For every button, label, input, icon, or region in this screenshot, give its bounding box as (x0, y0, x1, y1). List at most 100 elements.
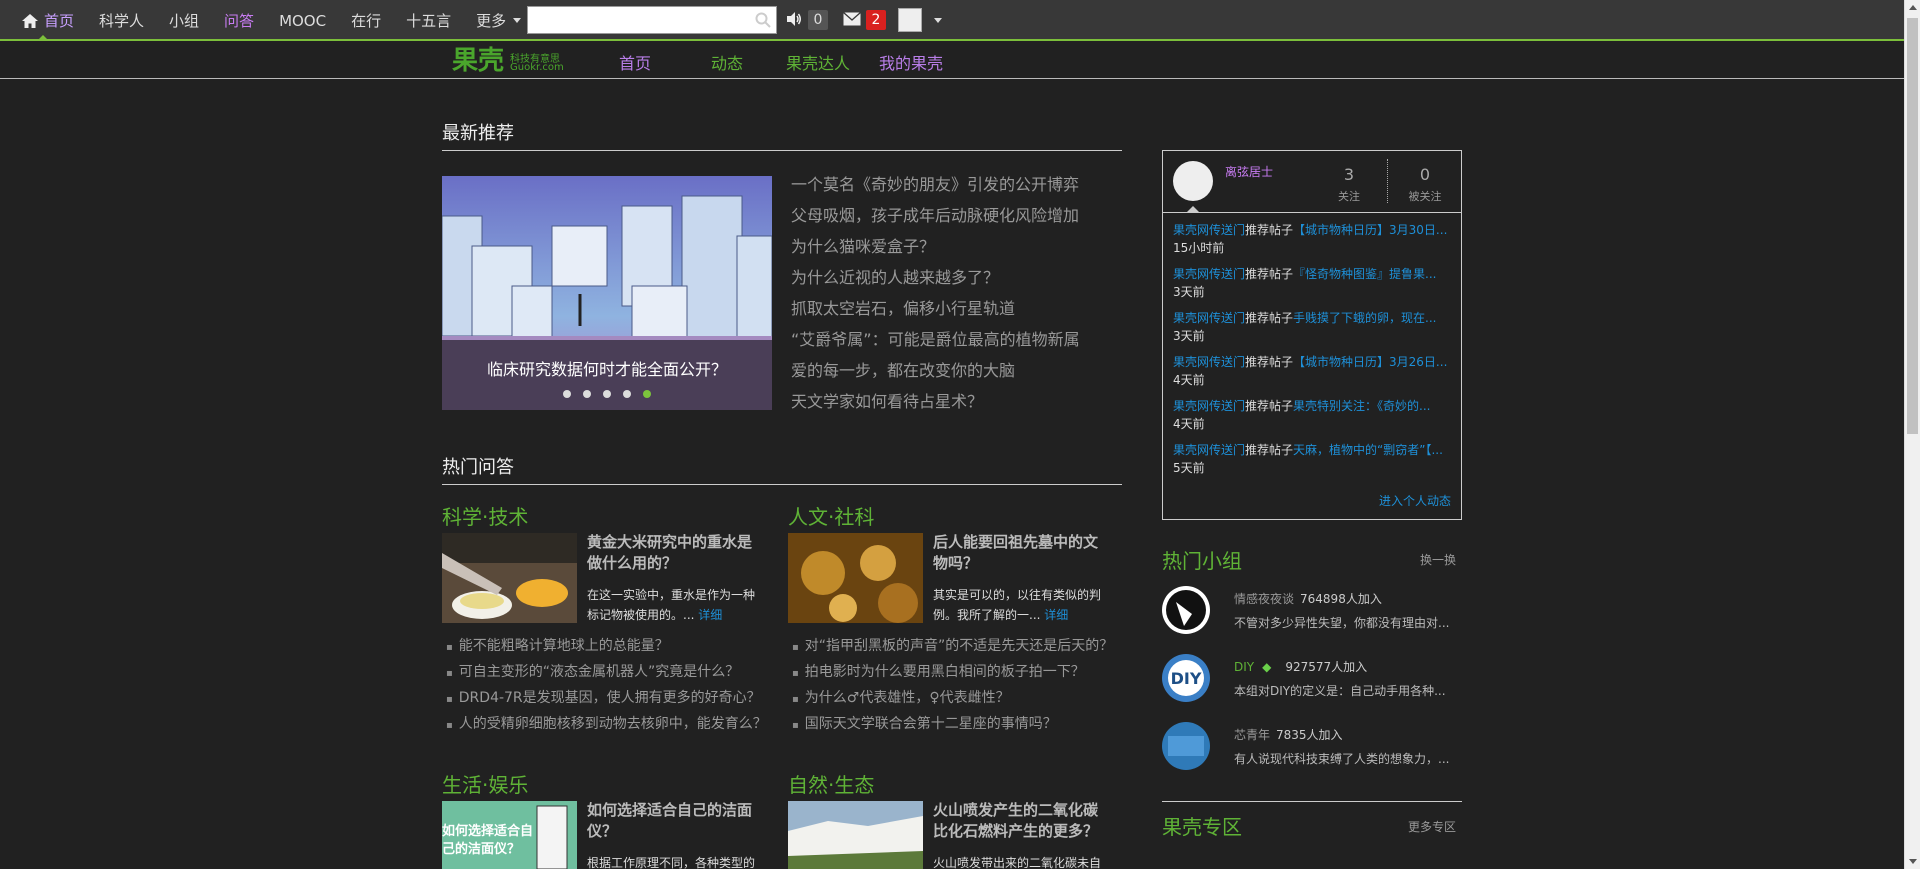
scroll-down-arrow-icon[interactable] (1909, 859, 1917, 864)
qa-list-item[interactable]: 对“指甲刮黑板的声音”的不适是先天还是后天的？ (792, 636, 1114, 662)
scrollbar-thumb[interactable] (1907, 18, 1918, 434)
qa-category-nature[interactable]: 自然·生态 (788, 769, 874, 798)
qa-thumbnail[interactable] (442, 533, 577, 623)
following-stat[interactable]: 3 关注 (1329, 165, 1369, 204)
recommend-item[interactable]: 天文学家如何看待占星术？ (791, 391, 1080, 422)
feed-target[interactable]: 『怪奇物种图鉴』提鲁果... (1293, 267, 1436, 281)
feed-source[interactable]: 果壳网传送门 (1173, 443, 1245, 457)
feed-action: 推荐帖子 (1245, 355, 1294, 369)
qa-list-item[interactable]: DRD4-7R是发现基因，使人拥有更多的好奇心？ (446, 688, 767, 714)
feed-target[interactable]: 天麻，植物中的“剽窃者”【... (1293, 443, 1443, 457)
scroll-up-arrow-icon[interactable] (1909, 5, 1917, 10)
feed-source[interactable]: 果壳网传送门 (1173, 267, 1245, 281)
qa-category-science[interactable]: 科学·技术 (442, 501, 528, 530)
top-nav-wenda[interactable]: 问答 (224, 10, 254, 31)
recommend-item[interactable]: 为什么近视的人越来越多了？ (791, 267, 1080, 298)
message-count-badge[interactable]: 2 (866, 10, 886, 30)
personal-activity-link[interactable]: 进入个人动态 (1379, 492, 1451, 509)
top-nav-more[interactable]: 更多 (476, 10, 522, 31)
featured-caption[interactable]: 临床研究数据何时才能全面公开？ (442, 356, 772, 380)
recommend-item[interactable]: 父母吸烟，孩子成年后动脉硬化风险增加 (791, 205, 1080, 236)
group-item[interactable]: DIY DIY ◆ 927577人加入 本组对DIY的定义是：自己动手用各种... (1162, 654, 1462, 704)
qa-list-item[interactable]: 可自主变形的“液态金属机器人”究竟是什么？ (446, 662, 767, 688)
qa-category-humanities[interactable]: 人文·社科 (788, 501, 874, 530)
top-nav-mooc[interactable]: MOOC (279, 12, 326, 30)
group-item[interactable]: 芯青年 7835人加入 有人说现代科技束缚了人类的想象力，... (1162, 722, 1462, 772)
sound-icon[interactable] (786, 11, 802, 27)
carousel-dot[interactable] (623, 390, 631, 398)
feed-action: 推荐帖子 (1245, 399, 1294, 413)
svg-text:DIY: DIY (1171, 669, 1202, 688)
feed-target[interactable]: 手贱摸了下蛾的卵，现在... (1293, 311, 1436, 325)
mail-icon[interactable] (843, 12, 861, 26)
qa-headline[interactable]: 后人能要回祖先墓中的文物吗？ (933, 532, 1108, 574)
top-nav-xiaozu[interactable]: 小组 (169, 10, 199, 31)
qa-thumbnail[interactable] (788, 533, 923, 623)
feed-source[interactable]: 果壳网传送门 (1173, 223, 1245, 237)
group-name[interactable]: 情感夜夜谈 (1234, 592, 1294, 606)
feed-target[interactable]: 果壳特别关注：《奇妙的... (1293, 399, 1430, 413)
group-desc: 本组对DIY的定义是：自己动手用各种... (1234, 684, 1446, 698)
following-count: 3 (1343, 165, 1355, 184)
feed-source[interactable]: 果壳网传送门 (1173, 355, 1245, 369)
refresh-groups-link[interactable]: 换一换 (1420, 551, 1456, 568)
followers-stat[interactable]: 0 被关注 (1405, 165, 1445, 204)
sec-nav-daren[interactable]: 果壳达人 (786, 50, 850, 74)
sec-nav-dongtai[interactable]: 动态 (711, 50, 743, 74)
guokr-logo[interactable]: 果壳 科技有意思 Guokr.com (452, 46, 572, 76)
qa-list-item[interactable]: 人的受精卵细胞核移到动物去核卵中，能发育么？ (446, 714, 767, 740)
diamond-icon: ◆ (1262, 660, 1272, 674)
featured-carousel[interactable]: 临床研究数据何时才能全面公开？ (442, 176, 772, 410)
recommend-item[interactable]: “艾爵爷属”：可能是爵位最高的植物新属 (791, 329, 1080, 360)
top-nav-shiwuyan[interactable]: 十五言 (406, 10, 451, 31)
qa-more-link[interactable]: 详细 (1044, 608, 1068, 622)
recommend-item[interactable]: 抓取太空岩石，偏移小行星轨道 (791, 298, 1080, 329)
carousel-dot[interactable] (583, 390, 591, 398)
qa-more-link[interactable]: 详细 (698, 608, 722, 622)
search-input[interactable] (527, 6, 777, 34)
feed-source[interactable]: 果壳网传送门 (1173, 311, 1245, 325)
scrollbar[interactable] (1904, 0, 1920, 869)
qa-headline[interactable]: 如何选择适合自己的洁面仪？ (587, 800, 762, 842)
search-icon[interactable] (755, 12, 771, 28)
latest-title: 最新推荐 (442, 123, 514, 144)
qa-headline[interactable]: 火山喷发产生的二氧化碳比化石燃料产生的更多？ (933, 800, 1108, 842)
qa-list-item[interactable]: 拍电影时为什么要用黑白相间的板子拍一下？ (792, 662, 1113, 688)
group-avatar[interactable]: DIY (1162, 654, 1210, 702)
recommend-item[interactable]: 爱的每一步，都在改变你的大脑 (791, 360, 1080, 391)
group-name[interactable]: DIY (1234, 660, 1254, 674)
feed-item: 果壳网传送门推荐帖子果壳特别关注：《奇妙的... 4天前 (1173, 397, 1453, 441)
sec-nav-my-guokr[interactable]: 我的果壳 (879, 50, 943, 74)
avatar[interactable] (1173, 161, 1213, 201)
more-zones-link[interactable]: 更多专区 (1408, 818, 1456, 835)
recommend-item[interactable]: 一个莫名《奇妙的朋友》引发的公开博弈 (791, 174, 1080, 205)
qa-desc: 在这一实验中，重水是作为一种标记物被使用的。... 详细 (587, 585, 762, 625)
qa-list-item[interactable]: 国际天文学联合会第十二星座的事情吗？ (792, 714, 1113, 740)
user-name[interactable]: 离弦居士 (1225, 163, 1273, 180)
sec-nav-home[interactable]: 首页 (619, 50, 651, 74)
top-nav-zaihang[interactable]: 在行 (351, 10, 381, 31)
carousel-dot[interactable] (603, 390, 611, 398)
qa-category-life[interactable]: 生活·娱乐 (442, 769, 528, 798)
qa-headline[interactable]: 黄金大米研究中的重水是做什么用的？ (587, 532, 762, 574)
group-item[interactable]: 情感夜夜谈 764898人加入 不管对多少异性失望，你都没有理由对... (1162, 586, 1462, 636)
group-avatar[interactable] (1162, 586, 1210, 634)
top-nav-kexueren[interactable]: 科学人 (99, 10, 144, 31)
qa-thumbnail[interactable]: 如何选择适合自己的洁面仪？ (442, 801, 577, 869)
group-avatar[interactable] (1162, 722, 1210, 770)
group-name[interactable]: 芯青年 (1234, 728, 1270, 742)
feed-target[interactable]: 【城市物种日历】3月30日... (1293, 223, 1447, 237)
notification-count[interactable]: 0 (808, 10, 828, 30)
feed-target[interactable]: 【城市物种日历】3月26日... (1293, 355, 1447, 369)
recommend-item[interactable]: 为什么猫咪爱盒子？ (791, 236, 1080, 267)
qa-thumbnail[interactable] (788, 801, 923, 869)
chevron-down-icon[interactable] (934, 18, 942, 23)
group-image (1162, 586, 1210, 634)
top-nav-home[interactable]: 首页 (22, 10, 74, 31)
feed-source[interactable]: 果壳网传送门 (1173, 399, 1245, 413)
carousel-dot-active[interactable] (643, 390, 651, 398)
carousel-dot[interactable] (563, 390, 571, 398)
qa-list-item[interactable]: 为什么♂代表雄性，♀代表雌性？ (792, 688, 1113, 714)
user-avatar[interactable] (898, 8, 922, 32)
qa-list-item[interactable]: 能不能粗略计算地球上的总能量？ (446, 636, 767, 662)
